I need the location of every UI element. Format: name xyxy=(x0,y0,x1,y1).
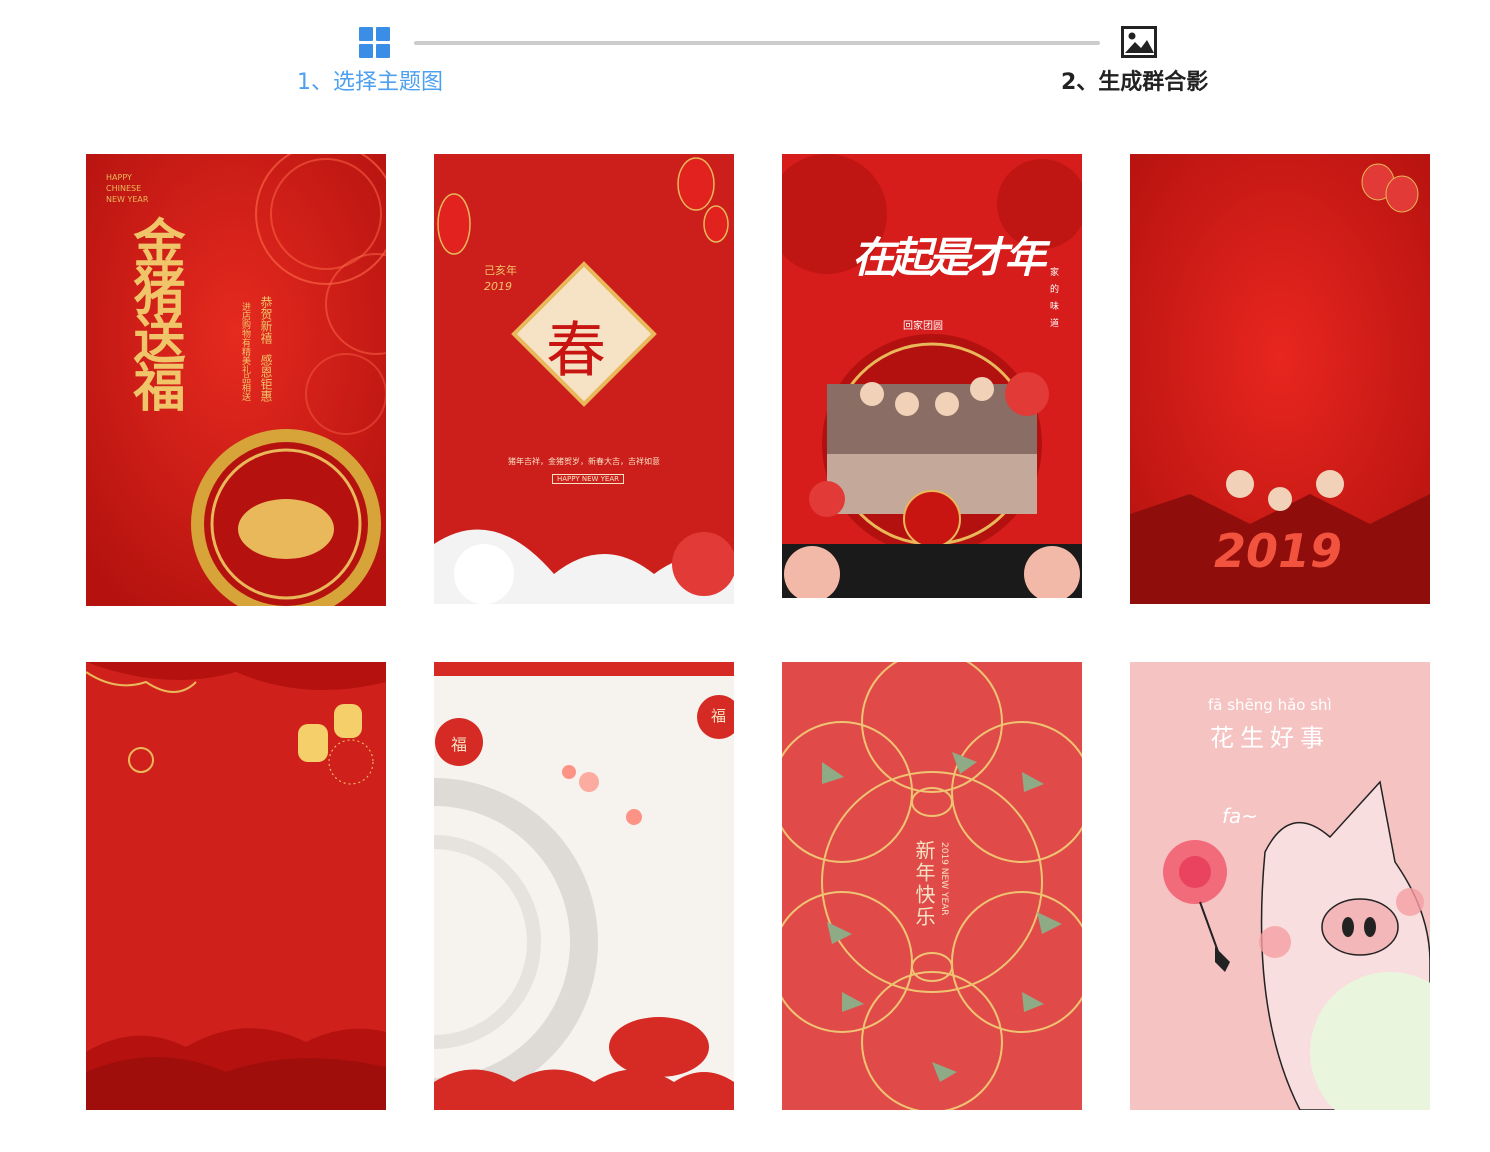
card1-line-2: 感恩钜惠 xyxy=(259,354,273,402)
template-card-circles[interactable]: 新年快乐 2019 NEW YEAR xyxy=(782,662,1082,1110)
lantern-artwork xyxy=(86,662,386,1110)
card1-headline: 金猪送福 xyxy=(124,216,185,408)
template-card-flower-pig[interactable]: fā shēng hǎo shì 花生好事 fa~ xyxy=(1130,662,1430,1110)
step2-label[interactable]: 2、生成群合影 xyxy=(1061,68,1208,98)
card7-headline: 新年快乐 xyxy=(912,840,936,928)
step-connector xyxy=(414,41,1100,45)
card2-headline: 春 xyxy=(546,316,606,386)
template-card-spring[interactable]: 己亥年 2019 春 猪年吉祥，金猪贺岁，新春大吉，吉祥如意 HAPPY NEW… xyxy=(434,154,734,604)
card2-year-label: 己亥年 xyxy=(484,264,517,277)
card3-side: 家的味道 xyxy=(1048,267,1058,335)
card1-line-1: 恭贺新禧 xyxy=(259,296,273,344)
card1-line-3: 进店购物有精美礼品相送 xyxy=(240,302,250,401)
card2-tag: HAPPY NEW YEAR xyxy=(552,474,624,484)
card2-caption: 猪年吉祥，金猪贺岁，新春大吉，吉祥如意 xyxy=(508,457,660,466)
family-artwork xyxy=(782,154,1082,598)
card2-year: 2019 xyxy=(484,280,512,293)
card8-pinyin: fā shēng hǎo shì xyxy=(1208,696,1332,714)
template-card-family[interactable]: 在起是才年 回家团圆 家的味道 xyxy=(782,154,1082,598)
card4-year: 2019 xyxy=(1214,524,1343,578)
step-indicator: 1、选择主题图 2、生成群合影 xyxy=(0,0,1490,110)
papercut-artwork xyxy=(434,662,734,1110)
card8-headline: 花生好事 xyxy=(1210,724,1330,752)
step1-label[interactable]: 1、选择主题图 xyxy=(297,68,443,98)
card1-tag: HAPPY CHINESE NEW YEAR xyxy=(106,173,149,204)
grid-icon[interactable] xyxy=(359,27,390,58)
card6-fu-right: 福 xyxy=(711,707,727,725)
template-card-gold-pig[interactable]: HAPPY CHINESE NEW YEAR 金猪送福 恭贺新禧 感恩钜惠 进店… xyxy=(86,154,386,606)
template-card-red-2019[interactable]: 2019 xyxy=(1130,154,1430,604)
card7-tag: 2019 NEW YEAR xyxy=(939,842,949,916)
template-card-lantern[interactable] xyxy=(86,662,386,1110)
card6-fu-left: 福 xyxy=(451,735,468,754)
card3-headline: 在起是才年 xyxy=(852,233,1046,282)
card8-fa: fa~ xyxy=(1222,804,1259,828)
card3-subtitle: 回家团圆 xyxy=(903,321,943,332)
template-card-papercut[interactable]: 福 福 xyxy=(434,662,734,1110)
image-icon[interactable] xyxy=(1121,26,1157,58)
